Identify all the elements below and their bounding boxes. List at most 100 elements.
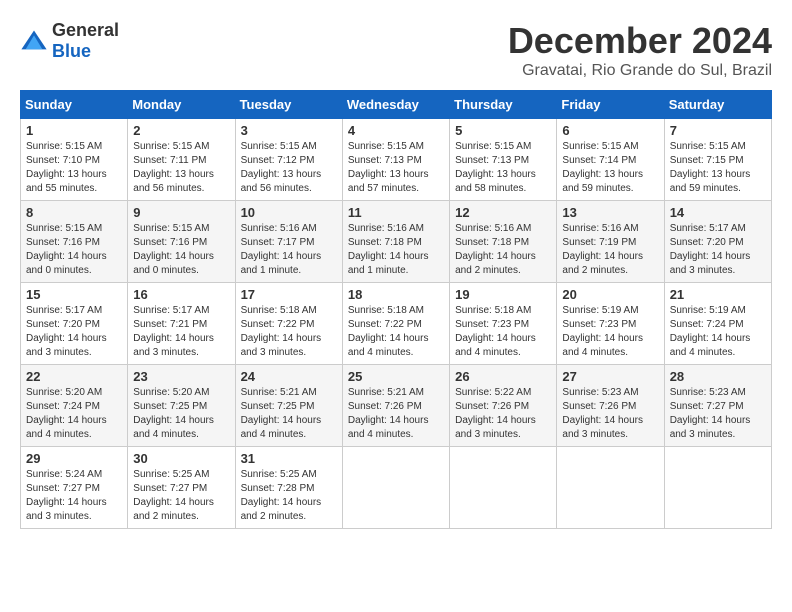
calendar-cell: 6 Sunrise: 5:15 AMSunset: 7:14 PMDaylight… (557, 119, 664, 201)
header: General Blue December 2024 Gravatai, Rio… (20, 20, 772, 80)
day-number: 31 (241, 451, 337, 466)
calendar-cell: 16 Sunrise: 5:17 AMSunset: 7:21 PMDayligh… (128, 283, 235, 365)
calendar-cell (342, 447, 449, 529)
calendar-cell: 31 Sunrise: 5:25 AMSunset: 7:28 PMDayligh… (235, 447, 342, 529)
calendar-cell: 10 Sunrise: 5:16 AMSunset: 7:17 PMDayligh… (235, 201, 342, 283)
day-number: 10 (241, 205, 337, 220)
calendar-cell: 27 Sunrise: 5:23 AMSunset: 7:26 PMDayligh… (557, 365, 664, 447)
calendar-week-4: 22Sunrise: 5:20 AMSunset: 7:24 PMDayligh… (21, 365, 772, 447)
calendar-cell: 3 Sunrise: 5:15 AMSunset: 7:12 PMDaylight… (235, 119, 342, 201)
calendar-cell: 1 Sunrise: 5:15 AMSunset: 7:10 PMDaylight… (21, 119, 128, 201)
calendar-cell: 30 Sunrise: 5:25 AMSunset: 7:27 PMDayligh… (128, 447, 235, 529)
day-number: 6 (562, 123, 658, 138)
calendar-week-2: 8 Sunrise: 5:15 AMSunset: 7:16 PMDaylight… (21, 201, 772, 283)
calendar-cell: 4Sunrise: 5:15 AMSunset: 7:13 PMDaylight… (342, 119, 449, 201)
calendar-cell: 5Sunrise: 5:15 AMSunset: 7:13 PMDaylight… (450, 119, 557, 201)
day-number: 7 (670, 123, 766, 138)
day-info: Sunrise: 5:25 AMSunset: 7:28 PMDaylight:… (241, 468, 337, 524)
calendar-cell: 13 Sunrise: 5:16 AMSunset: 7:19 PMDayligh… (557, 201, 664, 283)
day-number: 19 (455, 287, 551, 302)
calendar-cell: 25 Sunrise: 5:21 AMSunset: 7:26 PMDayligh… (342, 365, 449, 447)
weekday-header-saturday: Saturday (664, 91, 771, 119)
title-area: December 2024 Gravatai, Rio Grande do Su… (508, 20, 772, 80)
calendar-body: 1 Sunrise: 5:15 AMSunset: 7:10 PMDaylight… (21, 119, 772, 529)
calendar-week-5: 29 Sunrise: 5:24 AMSunset: 7:27 PMDayligh… (21, 447, 772, 529)
calendar-cell (557, 447, 664, 529)
day-info: Sunrise: 5:21 AMSunset: 7:25 PMDaylight:… (241, 386, 337, 442)
day-info: Sunrise: 5:24 AMSunset: 7:27 PMDaylight:… (26, 468, 122, 524)
calendar-cell: 28 Sunrise: 5:23 AMSunset: 7:27 PMDayligh… (664, 365, 771, 447)
day-number: 23 (133, 369, 229, 384)
day-info: Sunrise: 5:17 AMSunset: 7:20 PMDaylight:… (26, 304, 122, 360)
logo-blue: Blue (52, 41, 91, 61)
day-info: Sunrise: 5:15 AMSunset: 7:11 PMDaylight:… (133, 140, 229, 196)
day-number: 29 (26, 451, 122, 466)
day-number: 20 (562, 287, 658, 302)
day-number: 27 (562, 369, 658, 384)
calendar-cell: 20 Sunrise: 5:19 AMSunset: 7:23 PMDayligh… (557, 283, 664, 365)
location-title: Gravatai, Rio Grande do Sul, Brazil (508, 62, 772, 80)
day-info: Sunrise: 5:15 AMSunset: 7:16 PMDaylight:… (133, 222, 229, 278)
day-info: Sunrise: 5:21 AMSunset: 7:26 PMDaylight:… (348, 386, 444, 442)
day-info: Sunrise: 5:15 AMSunset: 7:15 PMDaylight:… (670, 140, 766, 196)
calendar-cell: 29 Sunrise: 5:24 AMSunset: 7:27 PMDayligh… (21, 447, 128, 529)
day-info: Sunrise: 5:19 AMSunset: 7:23 PMDaylight:… (562, 304, 658, 360)
day-info: Sunrise: 5:16 AMSunset: 7:18 PMDaylight:… (348, 222, 444, 278)
logo-icon (20, 27, 48, 55)
day-info: Sunrise: 5:15 AMSunset: 7:10 PMDaylight:… (26, 140, 122, 196)
calendar-cell: 19 Sunrise: 5:18 AMSunset: 7:23 PMDayligh… (450, 283, 557, 365)
day-info: Sunrise: 5:18 AMSunset: 7:23 PMDaylight:… (455, 304, 551, 360)
weekday-header-wednesday: Wednesday (342, 91, 449, 119)
day-info: Sunrise: 5:17 AMSunset: 7:21 PMDaylight:… (133, 304, 229, 360)
calendar-cell: 14Sunrise: 5:17 AMSunset: 7:20 PMDayligh… (664, 201, 771, 283)
day-info: Sunrise: 5:15 AMSunset: 7:14 PMDaylight:… (562, 140, 658, 196)
logo-text: General Blue (52, 20, 119, 62)
weekday-header-friday: Friday (557, 91, 664, 119)
day-info: Sunrise: 5:19 AMSunset: 7:24 PMDaylight:… (670, 304, 766, 360)
day-number: 1 (26, 123, 122, 138)
day-info: Sunrise: 5:16 AMSunset: 7:17 PMDaylight:… (241, 222, 337, 278)
calendar-cell: 24 Sunrise: 5:21 AMSunset: 7:25 PMDayligh… (235, 365, 342, 447)
day-number: 8 (26, 205, 122, 220)
day-number: 11 (348, 205, 444, 220)
day-info: Sunrise: 5:25 AMSunset: 7:27 PMDaylight:… (133, 468, 229, 524)
weekday-header-sunday: Sunday (21, 91, 128, 119)
day-number: 30 (133, 451, 229, 466)
calendar-cell (664, 447, 771, 529)
day-number: 9 (133, 205, 229, 220)
calendar-table: SundayMondayTuesdayWednesdayThursdayFrid… (20, 90, 772, 529)
day-number: 3 (241, 123, 337, 138)
logo-general: General (52, 20, 119, 40)
calendar-cell: 23 Sunrise: 5:20 AMSunset: 7:25 PMDayligh… (128, 365, 235, 447)
weekday-header-monday: Monday (128, 91, 235, 119)
day-number: 21 (670, 287, 766, 302)
day-number: 24 (241, 369, 337, 384)
day-number: 28 (670, 369, 766, 384)
day-info: Sunrise: 5:23 AMSunset: 7:26 PMDaylight:… (562, 386, 658, 442)
day-number: 26 (455, 369, 551, 384)
day-info: Sunrise: 5:15 AMSunset: 7:13 PMDaylight:… (348, 140, 444, 196)
calendar-week-1: 1 Sunrise: 5:15 AMSunset: 7:10 PMDaylight… (21, 119, 772, 201)
day-info: Sunrise: 5:18 AMSunset: 7:22 PMDaylight:… (348, 304, 444, 360)
day-info: Sunrise: 5:17 AMSunset: 7:20 PMDaylight:… (670, 222, 766, 278)
day-number: 15 (26, 287, 122, 302)
calendar-cell: 7 Sunrise: 5:15 AMSunset: 7:15 PMDaylight… (664, 119, 771, 201)
calendar-cell: 22Sunrise: 5:20 AMSunset: 7:24 PMDayligh… (21, 365, 128, 447)
calendar-cell: 21 Sunrise: 5:19 AMSunset: 7:24 PMDayligh… (664, 283, 771, 365)
calendar-cell: 18 Sunrise: 5:18 AMSunset: 7:22 PMDayligh… (342, 283, 449, 365)
day-number: 18 (348, 287, 444, 302)
day-number: 13 (562, 205, 658, 220)
day-number: 12 (455, 205, 551, 220)
day-number: 17 (241, 287, 337, 302)
day-info: Sunrise: 5:16 AMSunset: 7:19 PMDaylight:… (562, 222, 658, 278)
day-info: Sunrise: 5:20 AMSunset: 7:25 PMDaylight:… (133, 386, 229, 442)
logo: General Blue (20, 20, 119, 62)
day-number: 25 (348, 369, 444, 384)
day-info: Sunrise: 5:15 AMSunset: 7:12 PMDaylight:… (241, 140, 337, 196)
calendar-week-3: 15 Sunrise: 5:17 AMSunset: 7:20 PMDayligh… (21, 283, 772, 365)
day-info: Sunrise: 5:23 AMSunset: 7:27 PMDaylight:… (670, 386, 766, 442)
calendar-cell: 8Sunrise: 5:15 AMSunset: 7:16 PMDaylight… (21, 201, 128, 283)
day-number: 16 (133, 287, 229, 302)
weekday-header-thursday: Thursday (450, 91, 557, 119)
calendar-cell: 11 Sunrise: 5:16 AMSunset: 7:18 PMDayligh… (342, 201, 449, 283)
